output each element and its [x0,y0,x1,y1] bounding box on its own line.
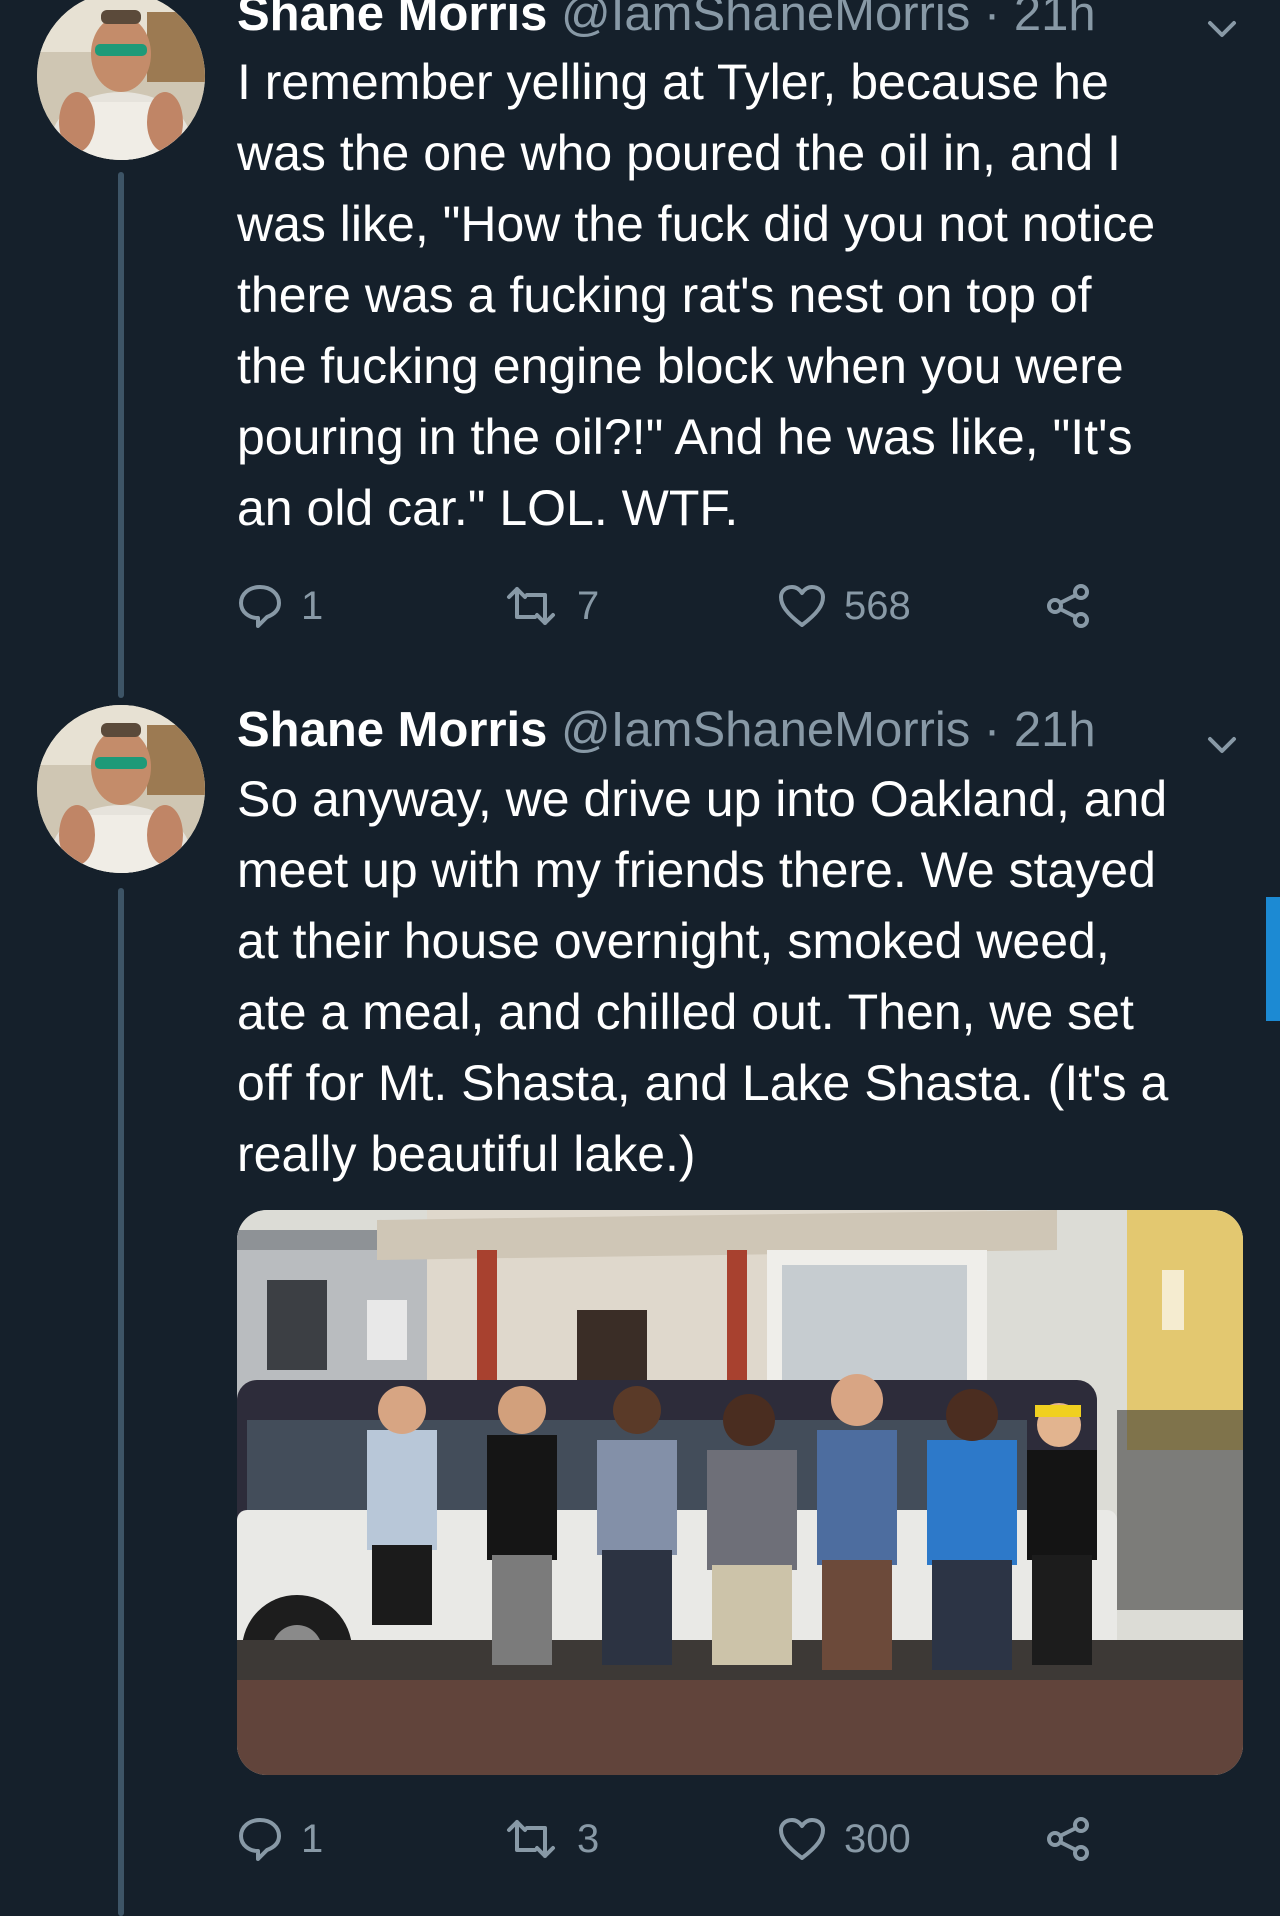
chevron-down-icon[interactable] [1204,714,1240,753]
timestamp[interactable]: 21h [1014,0,1096,41]
retweet-icon [507,587,555,625]
reply-icon [239,1818,281,1861]
thread-line [118,172,124,698]
tweet-text: I remember yelling at Tyler, because he … [237,54,1156,536]
tweet-header: Shane Morris @IamShaneMorris · 21h [237,700,1240,760]
share-icon [1047,584,1089,628]
retweet-icon [507,1820,555,1858]
tweet-actions: 1 7 568 [237,576,1117,636]
display-name[interactable]: Shane Morris [237,0,547,41]
photo[interactable] [237,1210,1243,1775]
retweet-button[interactable]: 3 [503,1809,599,1869]
reply-button[interactable]: 1 [237,576,323,636]
username[interactable]: @IamShaneMorris [561,0,970,41]
reply-count: 1 [301,1816,324,1861]
heart-icon [779,585,825,627]
display-name[interactable]: Shane Morris [237,703,547,757]
separator: · [983,0,1001,41]
tweet-text: So anyway, we drive up into Oakland, and… [237,771,1169,1182]
like-count: 568 [844,583,911,628]
avatar[interactable] [37,0,205,160]
like-button[interactable]: 300 [778,1809,911,1869]
group-photo-image [237,1210,1243,1775]
like-count: 300 [844,1816,911,1861]
scrollbar-thumb[interactable] [1266,897,1280,1021]
reply-button[interactable]: 1 [237,1809,323,1869]
username[interactable]: @IamShaneMorris [561,703,970,757]
tweet-actions: 1 3 300 [237,1809,1117,1869]
retweet-button[interactable]: 7 [503,576,599,636]
retweet-count: 7 [577,583,600,628]
timestamp[interactable]: 21h [1014,703,1096,757]
separator: · [983,703,1001,757]
heart-icon [779,1818,825,1860]
share-button[interactable] [1045,1809,1111,1869]
avatar[interactable] [37,705,205,873]
chevron-down-icon[interactable] [1204,0,1240,37]
tweet-header: Shane Morris @IamShaneMorris · 21h [237,0,1240,44]
share-icon [1047,1817,1089,1861]
retweet-count: 3 [577,1816,600,1861]
like-button[interactable]: 568 [778,576,911,636]
reply-count: 1 [301,583,324,628]
share-button[interactable] [1045,576,1111,636]
thread-line [118,888,124,1916]
reply-icon [239,585,281,628]
